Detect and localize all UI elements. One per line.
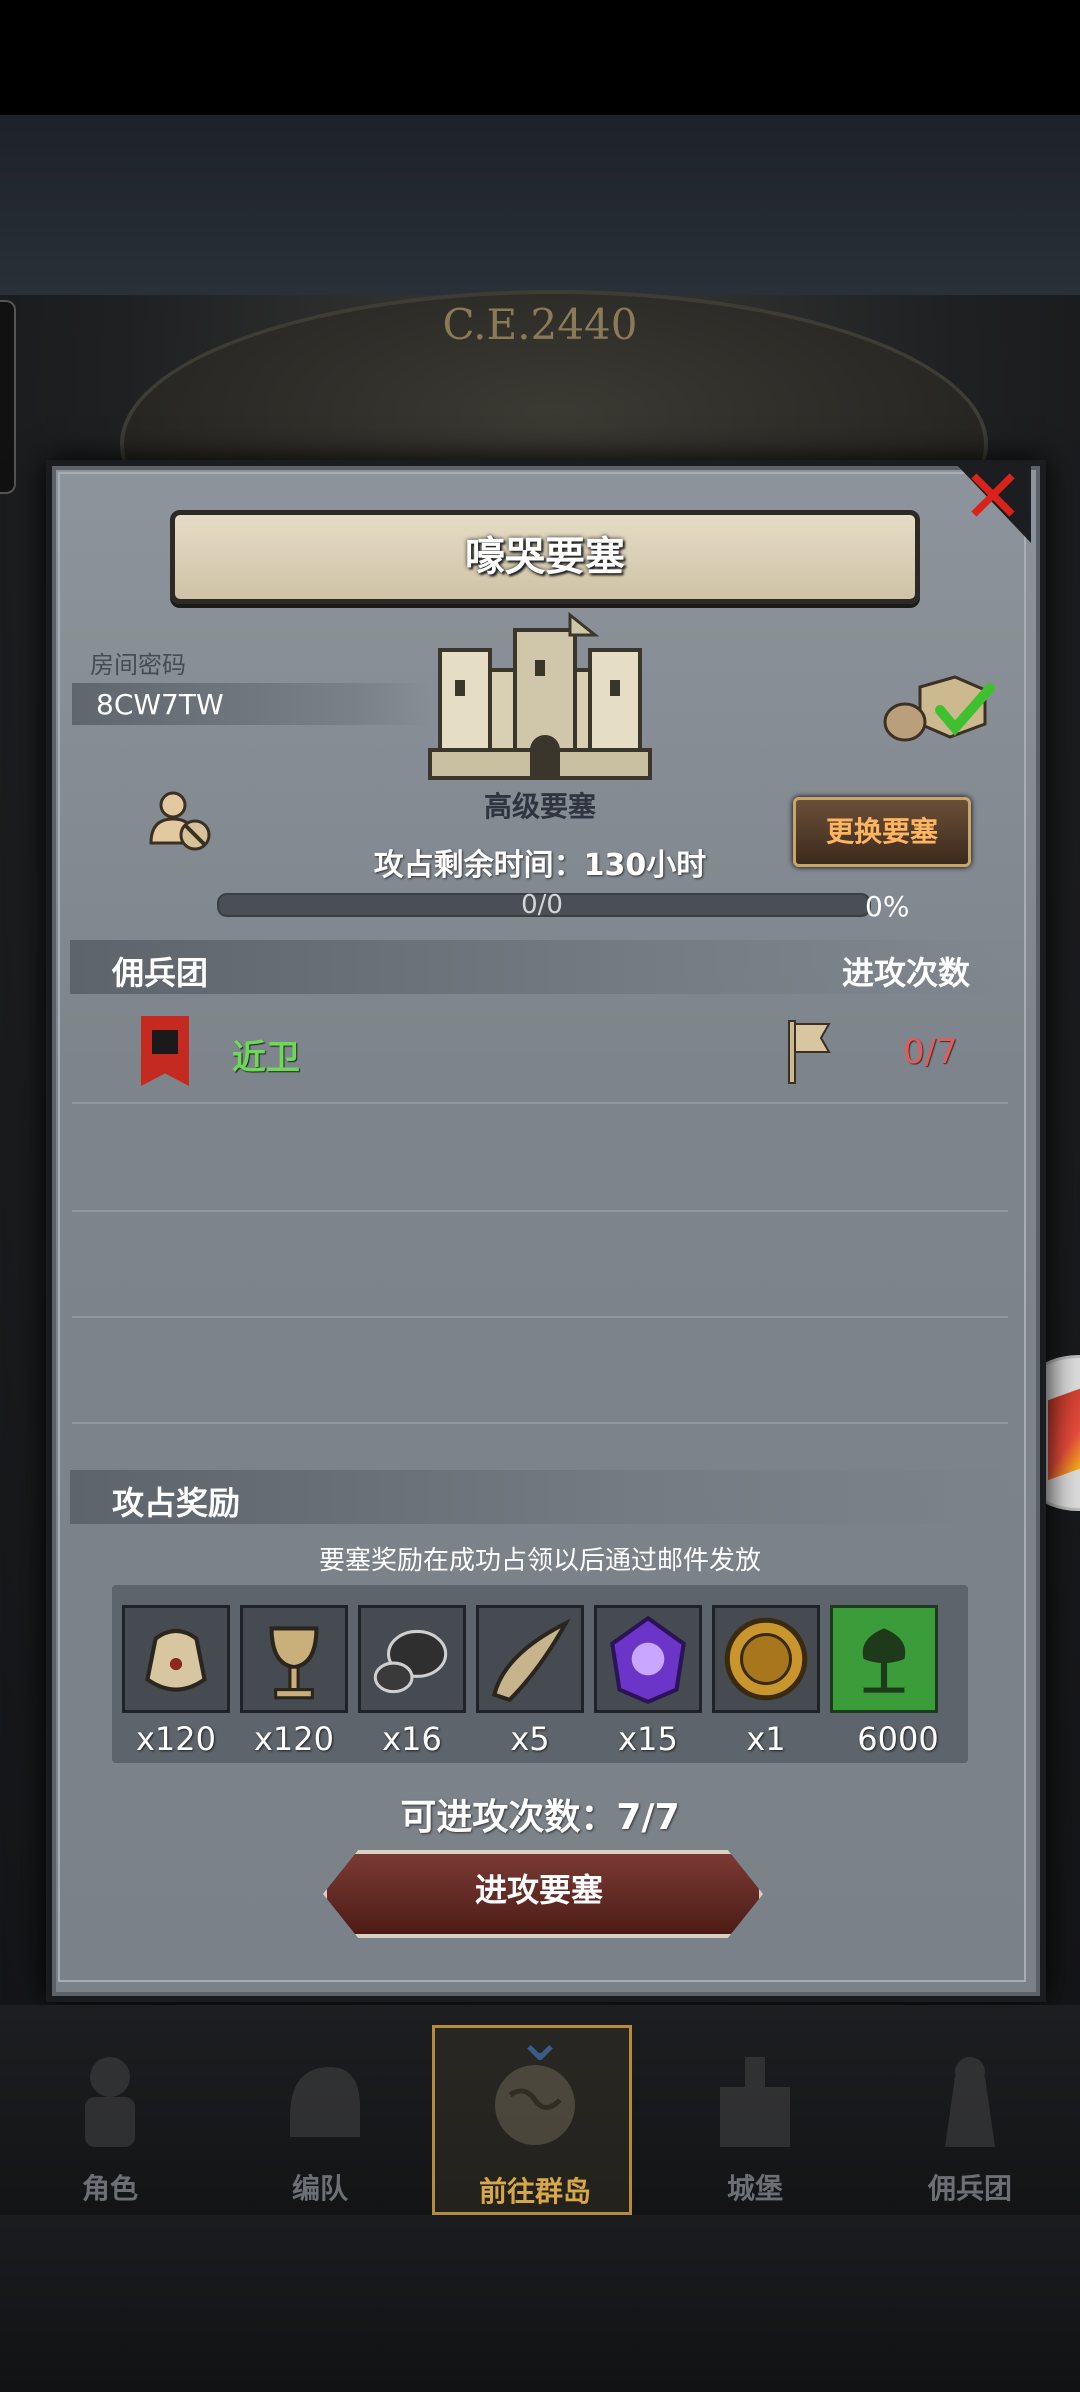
goblet-icon (269, 1626, 319, 1700)
fortress-level: 高级要塞 (483, 790, 596, 823)
background-band (0, 115, 1080, 295)
close-icon[interactable]: ✕ (958, 460, 1028, 534)
nav-item-castle[interactable]: 城堡 (655, 2025, 855, 2215)
reward-count: x5 (510, 1720, 550, 1758)
globe-icon (495, 2065, 575, 2145)
reward-item[interactable] (240, 1605, 348, 1713)
reward-count: x1 (746, 1720, 786, 1758)
nav-label: 城堡 (726, 2172, 783, 2205)
reward-item[interactable] (712, 1605, 820, 1713)
room-password-label: 房间密码 (90, 651, 186, 679)
guild-header-right: 进攻次数 (841, 954, 970, 992)
available-attacks: 可进攻次数：7/7 (400, 1797, 680, 1838)
supplies-check-icon[interactable] (875, 672, 1000, 742)
reward-item[interactable] (358, 1605, 466, 1713)
reward-item[interactable] (594, 1605, 702, 1713)
castle-icon (720, 2057, 790, 2147)
purple-crystal-icon (610, 1615, 686, 1705)
remaining-time: 攻占剩余时间：130小时 (373, 848, 707, 883)
nav-item-islands[interactable]: 前往群岛 (432, 2025, 632, 2215)
bottom-area (0, 2215, 1080, 2392)
reward-count: x15 (618, 1720, 678, 1758)
reward-count: x120 (135, 1720, 216, 1758)
flag-icon (788, 1020, 831, 1084)
reward-item[interactable] (830, 1605, 938, 1713)
attack-fortress-label[interactable]: 进攻要塞 (323, 1850, 755, 1930)
reward-item[interactable] (476, 1605, 584, 1713)
clock-year: C.E.2440 (442, 300, 638, 349)
guild-name[interactable]: 近卫 (232, 1030, 300, 1079)
nav-label: 佣兵团 (927, 2172, 1012, 2205)
reward-title: 攻占奖励 (112, 1484, 241, 1522)
list-divider (72, 1422, 1008, 1424)
side-handle[interactable] (0, 300, 16, 494)
sack-icon (145, 1628, 207, 1692)
helmet-icon (290, 2067, 360, 2137)
nav-item-formation[interactable]: 编队 (220, 2025, 420, 2215)
book-icon (1048, 1385, 1080, 1481)
guild-attack-count: 0/7 (903, 1032, 958, 1072)
nav-label: 编队 (291, 2172, 348, 2205)
reward-count: x16 (382, 1720, 442, 1758)
change-fortress-label[interactable]: 更换要塞 (793, 797, 971, 867)
capture-progress-text: 0/0 (521, 890, 563, 920)
fortress-icon (428, 611, 652, 780)
ore-icon (373, 1629, 448, 1694)
user-blocked-icon[interactable] (145, 785, 215, 855)
nav-label: 前往群岛 (478, 2175, 591, 2208)
reward-count: x120 (253, 1720, 334, 1758)
gold-medal-icon (724, 1617, 808, 1701)
nav-label: 角色 (81, 2172, 138, 2205)
tower-emblem-icon (152, 1030, 178, 1054)
guild-header-left: 佣兵团 (112, 954, 209, 992)
horn-icon (491, 1618, 571, 1703)
list-divider (72, 1102, 1008, 1104)
status-bar-area (0, 0, 1080, 115)
dialog-title: 嚎哭要塞 (465, 534, 625, 580)
list-divider (72, 1316, 1008, 1318)
nav-item-mercenary[interactable]: 佣兵团 (870, 2025, 1070, 2215)
reward-note: 要塞奖励在成功占领以后通过邮件发放 (318, 1546, 761, 1576)
list-divider (72, 1210, 1008, 1212)
reward-item[interactable] (122, 1605, 230, 1713)
reward-count: 6000 (857, 1720, 939, 1758)
guild-banner-icon (862, 1628, 906, 1693)
nav-item-character[interactable]: 角色 (10, 2025, 210, 2215)
capture-progress-percent: 0% (865, 890, 910, 923)
knight-icon (85, 2057, 135, 2147)
mercenary-icon (945, 2057, 995, 2147)
room-password-value[interactable]: 8CW7TW (96, 686, 224, 724)
